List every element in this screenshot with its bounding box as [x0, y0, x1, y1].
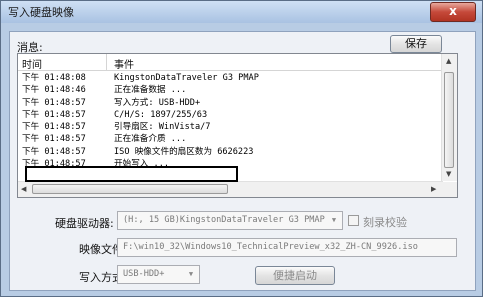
horizontal-scroll-thumb[interactable] [32, 184, 228, 194]
column-header-event[interactable]: 事件 [114, 56, 134, 71]
title-bar[interactable]: 写入硬盘映像 x [1, 1, 482, 23]
column-header-time[interactable]: 时间 [22, 56, 42, 71]
chevron-down-icon[interactable]: ▼ [183, 266, 199, 283]
log-rows: 下午 01:48:08 KingstonDataTraveler G3 PMAP 下… [18, 72, 443, 170]
drive-label: 硬盘驱动器: [55, 217, 114, 230]
log-event: 写入方式: USB-HDD+ [114, 97, 201, 108]
log-row[interactable]: 下午 01:48:57 C/H/S: 1897/255/63 [18, 109, 443, 121]
image-file-value: F:\win10_32\Windows10_TechnicalPreview_x… [123, 242, 418, 252]
write-method-select[interactable]: USB-HDD+ ▼ [117, 265, 200, 284]
drive-select[interactable]: (H:, 15 GB)KingstonDataTraveler G3 PMAP … [117, 211, 343, 230]
write-method-value: USB-HDD+ [123, 269, 165, 279]
log-time: 下午 01:48:46 [22, 85, 86, 96]
verify-checkbox[interactable] [348, 215, 359, 226]
log-time: 下午 01:48:57 [22, 146, 86, 157]
log-time: 下午 01:48:57 [22, 97, 86, 108]
log-time: 下午 01:48:57 [22, 109, 86, 120]
log-time: 下午 01:48:57 [22, 122, 86, 133]
drive-value: (H:, 15 GB)KingstonDataTraveler G3 PMAP [123, 215, 325, 225]
log-row[interactable]: 下午 01:48:08 KingstonDataTraveler G3 PMAP [18, 72, 443, 84]
log-time: 下午 01:48:57 [22, 134, 86, 145]
log-time: 下午 01:48:08 [22, 73, 86, 83]
log-header: 时间 事件 [18, 54, 443, 71]
log-row[interactable]: 下午 01:48:57 引导扇区: WinVista/7 [18, 121, 443, 133]
close-icon: x [449, 4, 457, 18]
log-event: 正在准备数据 ... [114, 85, 187, 96]
horizontal-scrollbar[interactable]: ◀ ▶ [18, 181, 443, 197]
vertical-scrollbar[interactable]: ▲ ▼ [441, 54, 457, 181]
scroll-right-icon[interactable]: ▶ [431, 185, 436, 193]
scroll-up-icon[interactable]: ▲ [446, 57, 451, 65]
log-row[interactable]: 下午 01:48:57 写入方式: USB-HDD+ [18, 97, 443, 109]
vertical-scroll-thumb[interactable] [444, 72, 454, 168]
write-disk-image-window: 写入硬盘映像 x 消息: 保存 时间 事件 下午 01:48:08 Kingsto… [0, 0, 483, 297]
column-divider[interactable] [106, 54, 107, 70]
scroll-left-icon[interactable]: ◀ [21, 185, 26, 193]
image-file-input[interactable]: F:\win10_32\Windows10_TechnicalPreview_x… [117, 238, 457, 257]
log-row[interactable]: 下午 01:48:57 ISO 映像文件的扇区数为 6626223 [18, 146, 443, 158]
verify-label: 刻录校验 [363, 216, 407, 229]
scrollbar-corner [442, 182, 457, 197]
save-button[interactable]: 保存 [390, 35, 442, 53]
log-event: 引导扇区: WinVista/7 [114, 122, 211, 133]
log-event: 正在准备介质 ... [114, 134, 187, 145]
chevron-down-icon[interactable]: ▼ [326, 212, 342, 229]
log-row[interactable]: 下午 01:48:57 正在准备介质 ... [18, 133, 443, 145]
window-title: 写入硬盘映像 [8, 6, 74, 19]
log-event: ISO 映像文件的扇区数为 6626223 [114, 146, 254, 157]
log-row[interactable]: 下午 01:48:46 正在准备数据 ... [18, 84, 443, 96]
log-event: KingstonDataTraveler G3 PMAP [114, 73, 259, 83]
scroll-down-icon[interactable]: ▼ [446, 170, 451, 178]
highlight-box [25, 166, 238, 182]
log-event: C/H/S: 1897/255/63 [114, 109, 208, 120]
close-button[interactable]: x [430, 2, 476, 22]
quick-boot-button[interactable]: 便捷启动 [255, 266, 335, 285]
